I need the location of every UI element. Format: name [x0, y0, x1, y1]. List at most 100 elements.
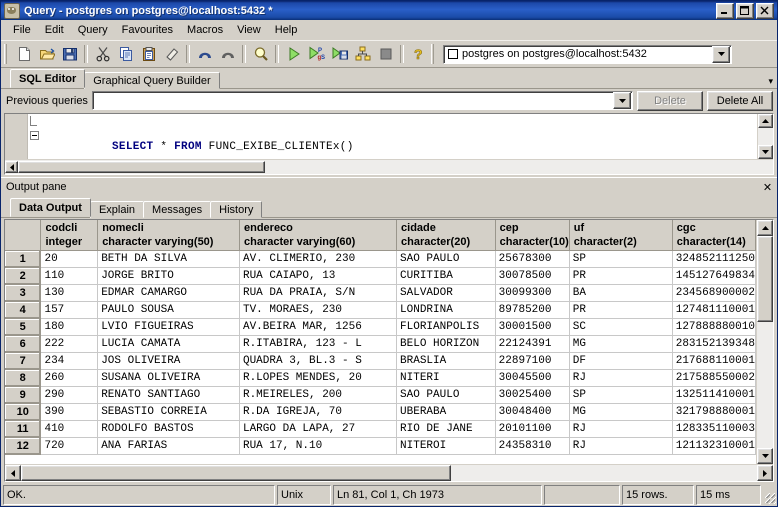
stop-icon[interactable] [374, 43, 397, 65]
cell-endereco[interactable]: R.DA IGREJA, 70 [239, 403, 398, 421]
menu-query[interactable]: Query [71, 22, 115, 38]
row-header-cell[interactable]: 8 [5, 369, 42, 387]
cell-nomecli[interactable]: LUCIA CAMATA [97, 335, 240, 353]
row-header-cell[interactable]: 7 [5, 352, 42, 370]
cell-cidade[interactable]: FLORIANPOLIS [396, 318, 496, 336]
cell-cgc[interactable]: 128335110003 [672, 420, 756, 438]
explain-icon[interactable] [351, 43, 374, 65]
cell-cidade[interactable]: NITEROI [396, 437, 496, 455]
cell-endereco[interactable]: R.MEIRELES, 200 [239, 386, 398, 404]
column-header-nomecli[interactable]: nomecli character varying(50) [97, 220, 240, 251]
copy-icon[interactable] [114, 43, 137, 65]
cell-endereco[interactable]: R.ITABIRA, 123 - L [239, 335, 398, 353]
grid-scroll-down-button[interactable] [757, 448, 773, 464]
cell-nomecli[interactable]: LVIO FIGUEIRAS [97, 318, 240, 336]
cell-nomecli[interactable]: EDMAR CAMARGO [97, 284, 240, 302]
cell-cidade[interactable]: SAO PAULO [396, 386, 496, 404]
cell-nomecli[interactable]: ANA FARIAS [97, 437, 240, 455]
cell-endereco[interactable]: TV. MORAES, 230 [239, 301, 398, 319]
cell-cgc[interactable]: 283152139348 [672, 335, 756, 353]
execute-pgscript-icon[interactable]: PgS [305, 43, 328, 65]
cell-uf[interactable]: PR [569, 267, 673, 285]
tab-sql-editor[interactable]: SQL Editor [10, 69, 86, 88]
row-header-cell[interactable]: 2 [5, 267, 42, 285]
cell-uf[interactable]: RJ [569, 437, 673, 455]
cell-endereco[interactable]: LARGO DA LAPA, 27 [239, 420, 398, 438]
column-header-cidade[interactable]: cidade character(20) [396, 220, 496, 251]
grid-horizontal-scrollbar[interactable] [5, 464, 773, 481]
grid-vertical-scrollbar[interactable] [756, 220, 773, 464]
cell-cep[interactable]: 30099300 [495, 284, 570, 302]
data-output-grid[interactable]: codcli integer nomecli character varying… [4, 219, 774, 482]
row-header-cell[interactable]: 4 [5, 301, 42, 319]
cell-cgc[interactable]: 132511410001 [672, 386, 756, 404]
close-icon[interactable]: ✕ [761, 181, 774, 194]
cut-icon[interactable] [91, 43, 114, 65]
delete-all-button[interactable]: Delete All [707, 90, 773, 111]
cell-codcli[interactable]: 290 [40, 386, 99, 404]
row-header-cell[interactable]: 10 [5, 403, 42, 421]
sql-editor-vertical-scrollbar[interactable] [757, 114, 773, 159]
undo-icon[interactable] [193, 43, 216, 65]
column-header-cgc[interactable]: cgc character(14) [672, 220, 756, 251]
previous-queries-combo[interactable] [91, 91, 633, 110]
table-row[interactable]: 2 110 JORGE BRITO RUA CAIAPO, 13 CURITIBA 300… [5, 267, 756, 285]
grid-scroll-right-button[interactable] [757, 465, 773, 481]
find-icon[interactable] [249, 43, 272, 65]
grid-hscroll-track[interactable] [21, 465, 757, 481]
cell-codcli[interactable]: 157 [40, 301, 99, 319]
cell-cep[interactable]: 89785200 [495, 301, 570, 319]
menu-view[interactable]: View [230, 22, 268, 38]
cell-cep[interactable]: 30025400 [495, 386, 570, 404]
menu-help[interactable]: Help [268, 22, 305, 38]
connection-checkbox[interactable] [448, 49, 458, 59]
menu-file[interactable]: File [6, 22, 38, 38]
cell-codcli[interactable]: 180 [40, 318, 99, 336]
cell-cgc[interactable]: 121132310001 [672, 437, 756, 455]
cell-nomecli[interactable]: RENATO SANTIAGO [97, 386, 240, 404]
tab-messages[interactable]: Messages [143, 201, 212, 218]
cell-endereco[interactable]: R.LOPES MENDES, 20 [239, 369, 398, 387]
row-header-cell[interactable]: 6 [5, 335, 42, 353]
cell-cgc[interactable]: 324852111250 [672, 250, 756, 268]
cell-cgc[interactable]: 217688110001 [672, 352, 756, 370]
table-row[interactable]: 1 20 BETH DA SILVA AV. CLIMERIO, 230 SAO PAU… [5, 250, 756, 268]
maximize-button[interactable] [736, 2, 754, 19]
cell-nomecli[interactable]: RODOLFO BASTOS [97, 420, 240, 438]
cell-cep[interactable]: 20101100 [495, 420, 570, 438]
new-query-icon[interactable] [12, 43, 35, 65]
cell-codcli[interactable]: 234 [40, 352, 99, 370]
grid-scroll-up-button[interactable] [757, 220, 773, 236]
cell-uf[interactable]: RJ [569, 420, 673, 438]
delete-button[interactable]: Delete [637, 90, 703, 111]
cell-uf[interactable]: RJ [569, 369, 673, 387]
grid-viewport[interactable]: codcli integer nomecli character varying… [5, 220, 756, 464]
tab-explain[interactable]: Explain [89, 201, 145, 218]
cell-cidade[interactable]: RIO DE JANE [396, 420, 496, 438]
cell-uf[interactable]: PR [569, 301, 673, 319]
table-row[interactable]: 11 410 RODOLFO BASTOS LARGO DA LAPA, 27 RIO … [5, 420, 756, 438]
cell-uf[interactable]: MG [569, 335, 673, 353]
grid-corner-cell[interactable] [5, 220, 42, 251]
menu-macros[interactable]: Macros [180, 22, 230, 38]
cell-cidade[interactable]: LONDRINA [396, 301, 496, 319]
sql-editor-scroll-down-button[interactable] [758, 145, 773, 159]
clear-icon[interactable] [160, 43, 183, 65]
chevron-down-icon[interactable] [712, 45, 730, 63]
cell-codcli[interactable]: 222 [40, 335, 99, 353]
tab-data-output[interactable]: Data Output [10, 198, 91, 217]
cell-cep[interactable]: 25678300 [495, 250, 570, 268]
paste-icon[interactable] [137, 43, 160, 65]
cell-uf[interactable]: DF [569, 352, 673, 370]
cell-codcli[interactable]: 260 [40, 369, 99, 387]
cell-cgc[interactable]: 234568900002 [672, 284, 756, 302]
execute-to-file-icon[interactable] [328, 43, 351, 65]
cell-cidade[interactable]: CURITIBA [396, 267, 496, 285]
grid-hscroll-thumb[interactable] [21, 465, 451, 481]
cell-cidade[interactable]: BRASLIA [396, 352, 496, 370]
cell-endereco[interactable]: RUA 17, N.10 [239, 437, 398, 455]
toolbar-gripper-2[interactable] [431, 44, 436, 64]
row-header-cell[interactable]: 12 [5, 437, 42, 455]
cell-endereco[interactable]: AV. CLIMERIO, 230 [239, 250, 398, 268]
table-row[interactable]: 9 290 RENATO SANTIAGO R.MEIRELES, 200 SAO PA… [5, 386, 756, 404]
